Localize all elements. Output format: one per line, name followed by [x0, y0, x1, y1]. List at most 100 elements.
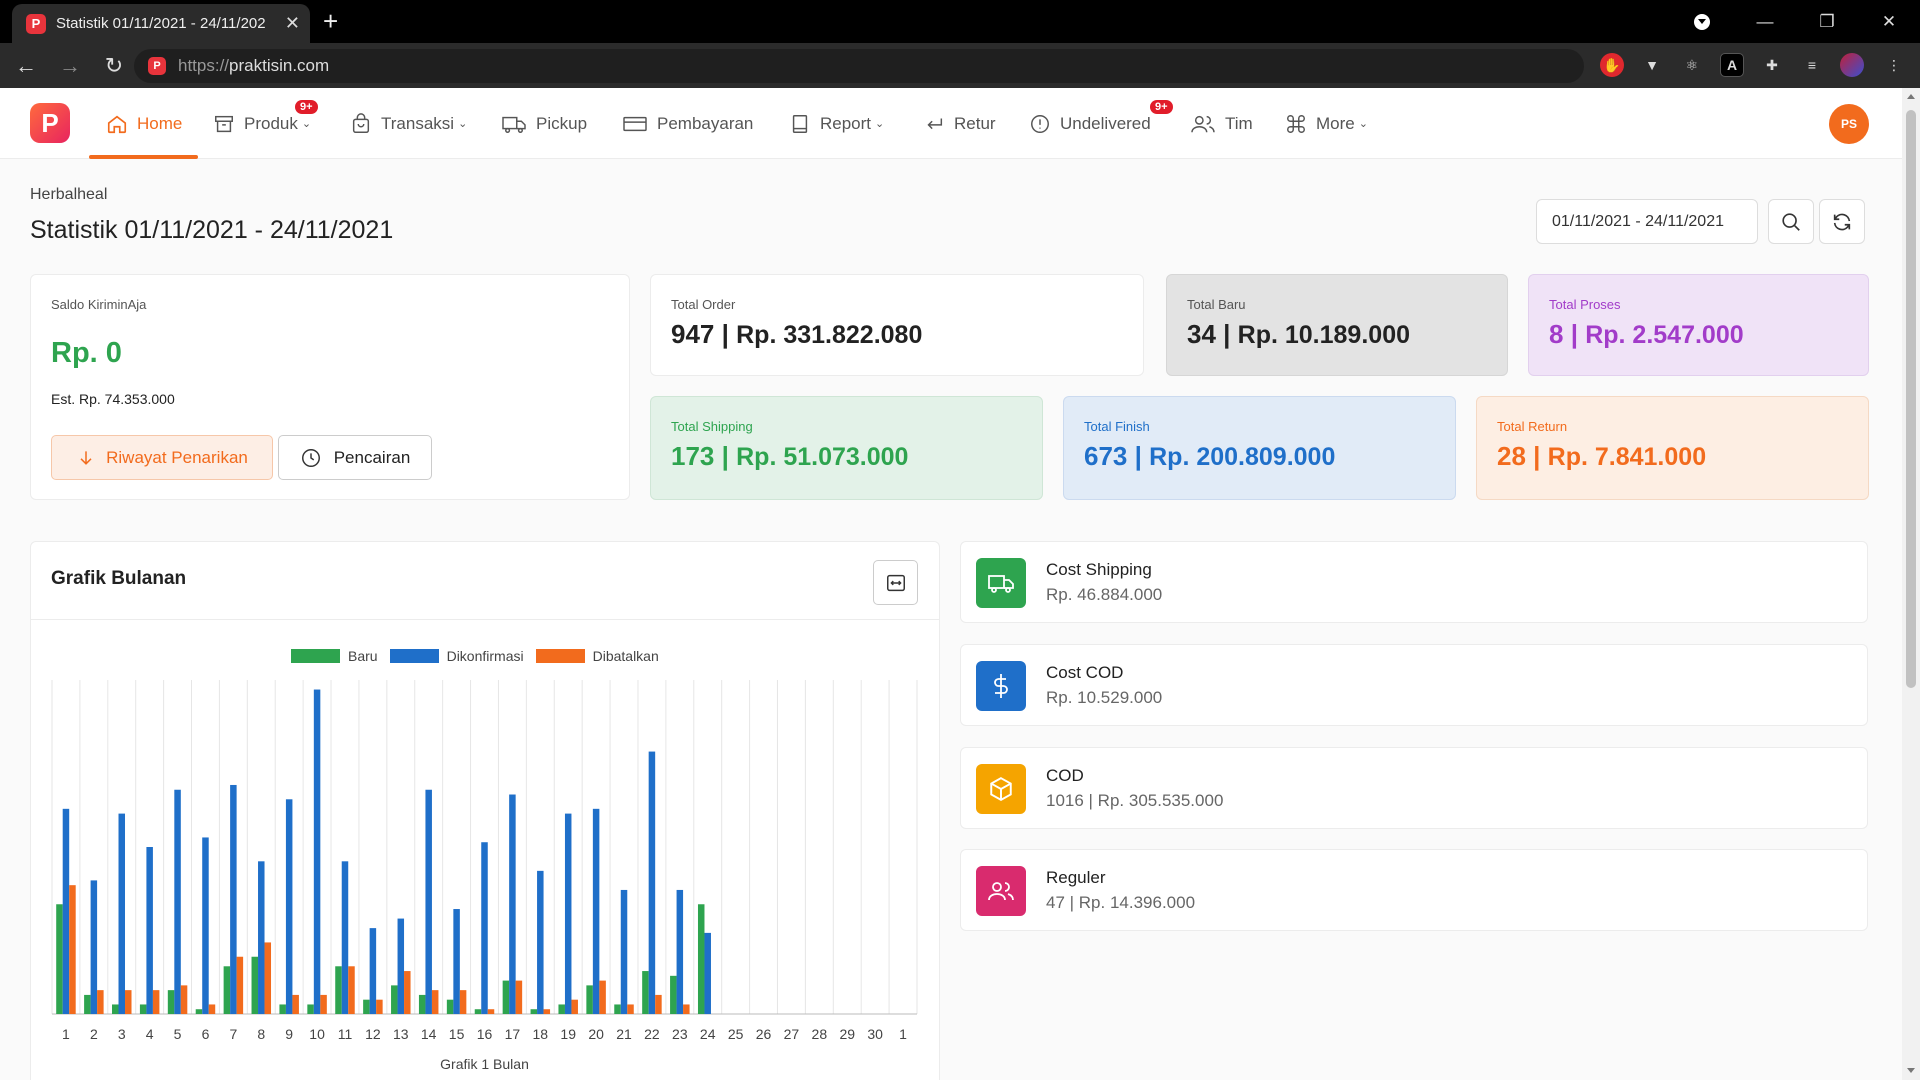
url-scheme: https://	[178, 56, 230, 75]
bar-dikonfirmasi	[620, 889, 628, 1014]
chart-expand-button[interactable]	[873, 560, 918, 605]
total-order-card: Total Order 947 | Rp. 331.822.080	[650, 274, 1144, 376]
bar-baru	[84, 994, 91, 1014]
forward-icon[interactable]: →	[52, 53, 88, 79]
favicon-icon: P	[26, 13, 46, 34]
total-return-amount: Rp. 7.841.000	[1547, 443, 1707, 471]
legend-swatch-dikonfirmasi	[389, 649, 439, 663]
legend-label-baru: Baru	[348, 648, 378, 664]
x-tick-label: 5	[174, 1026, 182, 1042]
reguler-title: Reguler	[1046, 868, 1106, 887]
date-range-input[interactable]: 01/11/2021 - 24/11/2021	[1536, 199, 1758, 244]
profile-avatar-icon[interactable]	[1840, 53, 1864, 77]
address-bar[interactable]: P https://praktisin.com	[134, 49, 1584, 83]
bar-dibatalkan	[236, 956, 244, 1014]
nav-transaksi-label: Transaksi	[381, 113, 455, 133]
reading-list-icon[interactable]: ≡	[1800, 53, 1824, 77]
bar-dikonfirmasi	[564, 813, 572, 1014]
x-tick-label: 16	[477, 1026, 493, 1042]
package-icon	[976, 764, 1026, 814]
nav-pembayaran[interactable]: Pembayaran	[622, 88, 753, 159]
reload-icon[interactable]: ↻	[96, 53, 132, 79]
font-extension-icon[interactable]: A	[1720, 53, 1744, 77]
bar-dibatalkan	[459, 990, 467, 1014]
page-title: Statistik 01/11/2021 - 24/11/2021	[30, 216, 394, 244]
refresh-button[interactable]	[1819, 199, 1865, 244]
close-tab-icon[interactable]: ✕	[285, 13, 300, 34]
bar-dibatalkan	[655, 994, 662, 1014]
scroll-up-icon[interactable]	[1907, 94, 1915, 99]
legend-item-baru[interactable]: Baru	[291, 648, 378, 664]
x-tick-label: 17	[505, 1026, 521, 1042]
x-tick-label: 19	[560, 1026, 576, 1042]
total-return-label: Total Return	[1497, 419, 1568, 434]
bar-dibatalkan	[487, 1009, 495, 1014]
new-tab-icon[interactable]: +	[323, 6, 338, 37]
total-shipping-count: 173	[671, 441, 715, 471]
bar-dikonfirmasi	[258, 861, 265, 1014]
x-tick-label: 23	[672, 1026, 688, 1042]
truck-icon	[501, 113, 527, 135]
tab-search-icon[interactable]	[1694, 13, 1710, 30]
restore-icon[interactable]: ❐	[1796, 12, 1858, 32]
bar-dikonfirmasi	[62, 808, 70, 1014]
page-scrollbar[interactable]	[1902, 88, 1920, 1080]
minimize-icon[interactable]: —	[1734, 12, 1796, 32]
bar-dikonfirmasi	[90, 880, 98, 1014]
cod-value: 1016 | Rp. 305.535.000	[1046, 791, 1224, 810]
browser-tab[interactable]: P Statistik 01/11/2021 - 24/11/202 ✕	[12, 4, 310, 43]
extensions-puzzle-icon[interactable]: ✚	[1760, 53, 1784, 77]
bar-dikonfirmasi	[230, 784, 237, 1014]
nav-retur[interactable]: Retur	[923, 88, 996, 159]
nav-home[interactable]: Home	[106, 88, 182, 159]
bar-dikonfirmasi	[592, 808, 600, 1014]
nav-produk[interactable]: Produk ⌄ 9+	[213, 88, 318, 159]
pencairan-button[interactable]: Pencairan	[278, 435, 432, 480]
legend-item-dikonfirmasi[interactable]: Dikonfirmasi	[389, 648, 524, 664]
clock-icon	[301, 448, 320, 467]
x-tick-label: 1	[899, 1026, 907, 1042]
search-button[interactable]	[1768, 199, 1814, 244]
bar-dikonfirmasi	[285, 799, 293, 1014]
nav-pickup[interactable]: Pickup	[501, 88, 587, 159]
nav-tim[interactable]: Tim	[1190, 88, 1253, 159]
total-finish-amount: Rp. 200.809.000	[1149, 443, 1336, 471]
window-close-icon[interactable]: ✕	[1858, 12, 1920, 32]
x-tick-label: 26	[756, 1026, 772, 1042]
users-icon	[976, 866, 1026, 916]
brand-logo[interactable]: P	[30, 103, 70, 143]
vivaldi-extension-icon[interactable]: ▼	[1640, 53, 1664, 77]
cost-cod-value: Rp. 10.529.000	[1046, 688, 1163, 707]
chevron-down-icon: ⌄	[301, 118, 312, 130]
user-avatar[interactable]: PS	[1829, 104, 1869, 144]
x-tick-label: 29	[839, 1026, 855, 1042]
home-icon	[106, 113, 128, 135]
back-icon[interactable]: ←	[8, 53, 44, 79]
x-tick-label: 2	[90, 1026, 98, 1042]
bar-dibatalkan	[515, 980, 523, 1014]
nav-report[interactable]: Report ⌄	[789, 88, 884, 159]
riwayat-penarikan-button[interactable]: Riwayat Penarikan	[51, 435, 273, 480]
adblock-extension-icon[interactable]: ✋	[1600, 53, 1624, 77]
nav-more[interactable]: More ⌄	[1285, 88, 1368, 159]
total-order-amount: Rp. 331.822.080	[736, 321, 923, 349]
browser-menu-icon[interactable]: ⋮	[1882, 53, 1906, 77]
scroll-thumb[interactable]	[1906, 110, 1916, 688]
legend-item-dibatalkan[interactable]: Dibatalkan	[535, 648, 659, 664]
bar-dibatalkan	[627, 1004, 634, 1014]
bar-dikonfirmasi	[537, 870, 544, 1014]
chevron-down-icon: ⌄	[875, 118, 885, 130]
nav-transaksi[interactable]: Transaksi ⌄	[350, 88, 467, 159]
bar-dibatalkan	[125, 990, 132, 1014]
scroll-down-icon[interactable]	[1907, 1068, 1915, 1073]
cost-shipping-title: Cost Shipping	[1046, 560, 1152, 579]
x-tick-label: 13	[393, 1026, 409, 1042]
bar-dikonfirmasi	[202, 837, 209, 1014]
notification-badge: 9+	[295, 100, 318, 114]
bar-dibatalkan	[404, 971, 411, 1014]
bar-dibatalkan	[292, 994, 299, 1014]
nav-undelivered[interactable]: Undelivered 9+	[1029, 88, 1173, 159]
notification-badge: 9+	[1150, 100, 1173, 114]
react-extension-icon[interactable]: ⚛	[1680, 53, 1704, 77]
saldo-label: Saldo KiriminAja	[51, 297, 147, 312]
